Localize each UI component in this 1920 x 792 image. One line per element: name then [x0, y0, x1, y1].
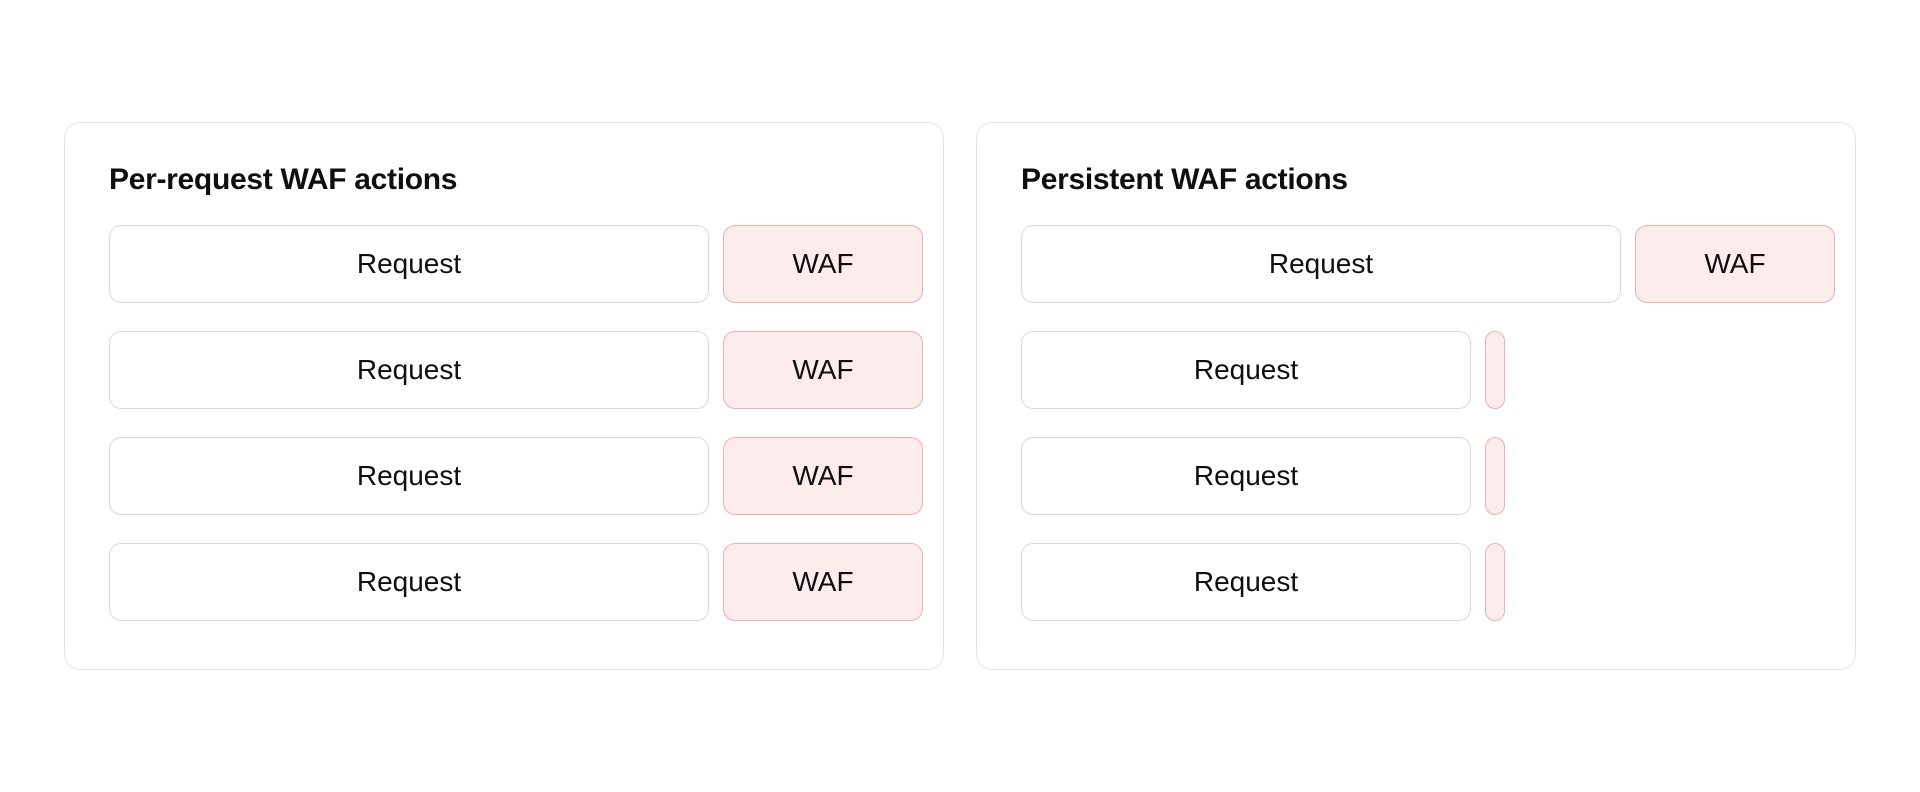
waf-box: WAF	[723, 331, 923, 409]
row: Request WAF	[109, 331, 899, 409]
waf-box: WAF	[723, 225, 923, 303]
waf-label: WAF	[792, 248, 853, 280]
row: Request WAF	[109, 437, 899, 515]
waf-label: WAF	[792, 460, 853, 492]
request-box: Request	[109, 543, 709, 621]
row: Request	[1021, 543, 1811, 621]
request-box: Request	[1021, 543, 1471, 621]
request-box: Request	[1021, 225, 1621, 303]
request-label: Request	[357, 460, 461, 492]
request-label: Request	[1194, 566, 1298, 598]
waf-label: WAF	[1704, 248, 1765, 280]
request-box: Request	[109, 331, 709, 409]
waf-box: WAF	[1635, 225, 1835, 303]
waf-label: WAF	[792, 566, 853, 598]
request-label: Request	[1194, 460, 1298, 492]
request-label: Request	[1269, 248, 1373, 280]
waf-box-sliver	[1485, 331, 1505, 409]
row: Request WAF	[109, 543, 899, 621]
request-box: Request	[1021, 331, 1471, 409]
request-label: Request	[357, 354, 461, 386]
row: Request WAF	[1021, 225, 1811, 303]
row: Request WAF	[109, 225, 899, 303]
row: Request	[1021, 331, 1811, 409]
row: Request	[1021, 437, 1811, 515]
request-label: Request	[357, 248, 461, 280]
request-box: Request	[109, 225, 709, 303]
rows-per-request: Request WAF Request WAF Request	[109, 225, 899, 621]
request-box: Request	[1021, 437, 1471, 515]
rows-persistent: Request WAF Request Request	[1021, 225, 1811, 621]
waf-box: WAF	[723, 543, 923, 621]
waf-label: WAF	[792, 354, 853, 386]
panel-title-persistent: Persistent WAF actions	[1021, 163, 1811, 197]
diagram-canvas: Per-request WAF actions Request WAF Requ…	[0, 0, 1920, 792]
waf-box-sliver	[1485, 543, 1505, 621]
waf-box-sliver	[1485, 437, 1505, 515]
panel-title-per-request: Per-request WAF actions	[109, 163, 899, 197]
panel-per-request: Per-request WAF actions Request WAF Requ…	[64, 122, 944, 670]
request-box: Request	[109, 437, 709, 515]
request-label: Request	[1194, 354, 1298, 386]
request-label: Request	[357, 566, 461, 598]
panel-persistent: Persistent WAF actions Request WAF Reque…	[976, 122, 1856, 670]
waf-box: WAF	[723, 437, 923, 515]
